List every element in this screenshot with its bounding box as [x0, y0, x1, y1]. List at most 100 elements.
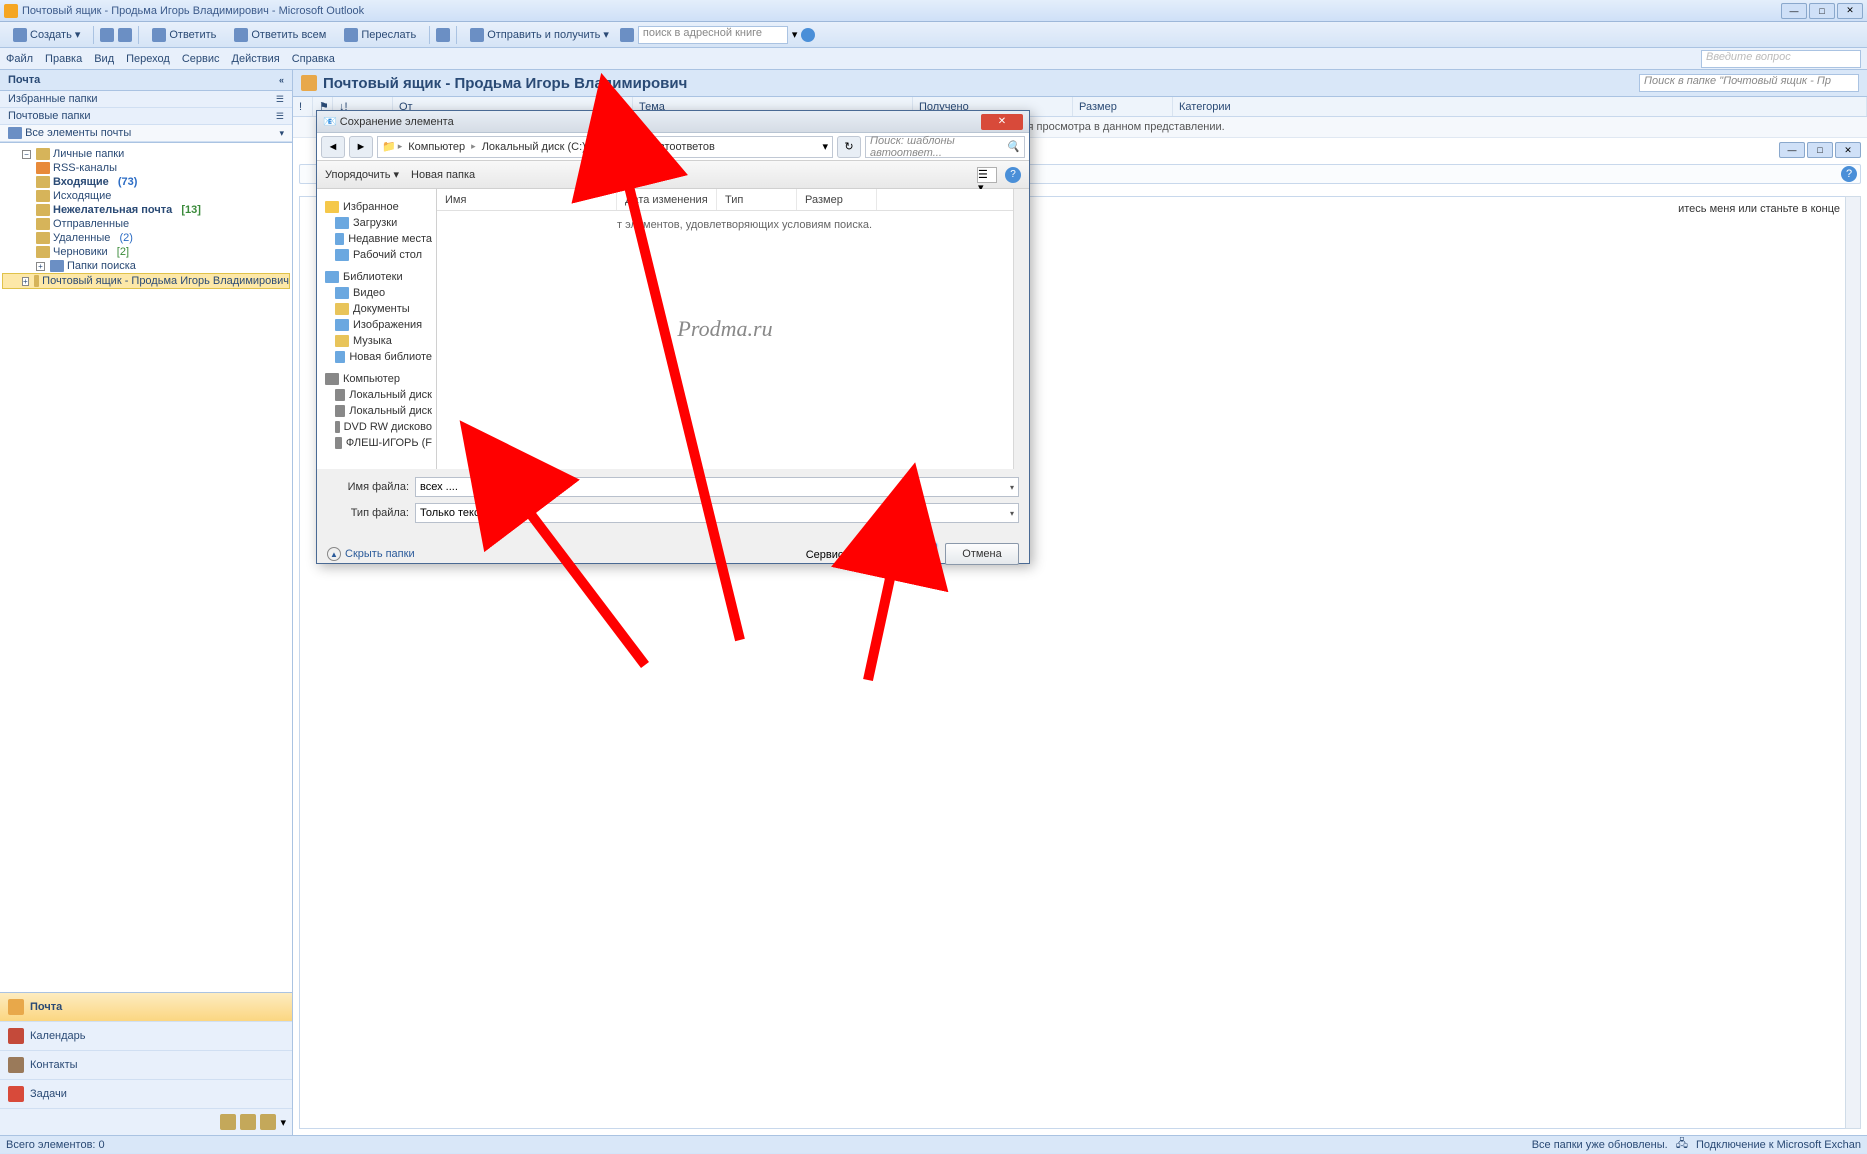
new-folder-button[interactable]: Новая папка: [411, 169, 475, 181]
col-categories[interactable]: Категории: [1173, 97, 1867, 116]
view-button[interactable]: ☰ ▾: [977, 167, 997, 183]
col-type[interactable]: Тип: [717, 189, 797, 210]
filename-input[interactable]: всех ....▾: [415, 477, 1019, 497]
tree-flash[interactable]: ФЛЕШ-ИГОРЬ (F: [317, 435, 436, 451]
tree-mailbox[interactable]: +Почтовый ящик - Продьма Игорь Владимиро…: [2, 273, 290, 289]
categorize-icon[interactable]: [436, 28, 450, 42]
maximize-button[interactable]: □: [1809, 3, 1835, 19]
tree-music[interactable]: Музыка: [317, 333, 436, 349]
nav-mail-folders[interactable]: Почтовые папки☰: [0, 108, 292, 125]
nav-mail-button[interactable]: Почта: [0, 993, 292, 1022]
tree-outbox[interactable]: Исходящие: [2, 189, 290, 203]
help-icon[interactable]: [801, 28, 815, 42]
tree-desktop[interactable]: Рабочий стол: [317, 247, 436, 263]
tree-search-folders[interactable]: +Папки поиска: [2, 259, 290, 273]
nav-forward-button[interactable]: ►: [349, 136, 373, 158]
msg-minimize-button[interactable]: —: [1779, 142, 1805, 158]
address-book-search[interactable]: поиск в адресной книге: [638, 26, 788, 44]
refresh-button[interactable]: ↻: [837, 136, 861, 158]
send-receive-button[interactable]: Отправить и получить▾: [463, 25, 616, 45]
tree-sent[interactable]: Отправленные: [2, 217, 290, 231]
message-scrollbar[interactable]: [1845, 196, 1861, 1129]
organize-button[interactable]: Упорядочить ▾: [325, 168, 399, 181]
dvd-icon: [335, 421, 340, 433]
print-icon[interactable]: [100, 28, 114, 42]
service-menu[interactable]: Сервис ▾: [806, 548, 855, 561]
tree-newlib[interactable]: Новая библиоте: [317, 349, 436, 365]
menu-service[interactable]: Сервис: [182, 53, 220, 65]
reply-button[interactable]: Ответить: [145, 25, 223, 45]
nav-tasks-button[interactable]: Задачи: [0, 1080, 292, 1109]
col-size[interactable]: Размер: [1073, 97, 1173, 116]
nav-mail-header[interactable]: Почта«: [0, 70, 292, 91]
nav-all-items[interactable]: Все элементы почты▾: [0, 125, 292, 142]
hide-folders-link[interactable]: ▲Скрыть папки: [327, 547, 415, 561]
shortcuts-icon[interactable]: [260, 1114, 276, 1130]
dialog-search[interactable]: Поиск: шаблоны автоответ...🔍: [865, 136, 1025, 158]
star-icon: [325, 201, 339, 213]
tree-inbox[interactable]: Входящие (73): [2, 175, 290, 189]
breadcrumb[interactable]: 📁 ▸Компьютер ▸Локальный диск (C:) ▸шабло…: [377, 136, 833, 158]
col-icon[interactable]: !: [293, 97, 313, 116]
question-box[interactable]: Введите вопрос: [1701, 50, 1861, 68]
nav-contacts-button[interactable]: Контакты: [0, 1051, 292, 1080]
file-list[interactable]: Имя Дата изменения Тип Размер т элементо…: [437, 189, 1013, 469]
tree-libraries[interactable]: Библиотеки: [317, 269, 436, 285]
col-size[interactable]: Размер: [797, 189, 877, 210]
menu-help[interactable]: Справка: [292, 53, 335, 65]
close-button[interactable]: ✕: [1837, 3, 1863, 19]
tree-dvd[interactable]: DVD RW дисково: [317, 419, 436, 435]
tree-documents[interactable]: Документы: [317, 301, 436, 317]
libraries-icon: [325, 271, 339, 283]
find-icon[interactable]: [620, 28, 634, 42]
tree-downloads[interactable]: Загрузки: [317, 215, 436, 231]
file-list-scrollbar[interactable]: [1013, 189, 1029, 469]
tree-personal-folders[interactable]: −Личные папки: [2, 147, 290, 161]
notes-icon[interactable]: [220, 1114, 236, 1130]
menu-actions[interactable]: Действия: [232, 53, 280, 65]
menu-edit[interactable]: Правка: [45, 53, 82, 65]
dialog-close-button[interactable]: ✕: [981, 114, 1023, 130]
tree-localc[interactable]: Локальный диск: [317, 387, 436, 403]
forward-button[interactable]: Переслать: [337, 25, 423, 45]
tree-video[interactable]: Видео: [317, 285, 436, 301]
folder-list-icon[interactable]: [240, 1114, 256, 1130]
tree-deleted[interactable]: Удаленные (2): [2, 231, 290, 245]
tree-rss[interactable]: RSS-каналы: [2, 161, 290, 175]
computer-icon: [325, 373, 339, 385]
folder-icon: 📁: [382, 140, 396, 153]
create-button[interactable]: Создать▾: [6, 25, 87, 45]
nav-calendar-button[interactable]: Календарь: [0, 1022, 292, 1051]
minimize-button[interactable]: —: [1781, 3, 1807, 19]
mailbox-header-icon: [301, 75, 317, 91]
nav-configure-icon[interactable]: ▾: [280, 1116, 286, 1129]
file-list-empty: т элементов, удовлетворяющих условиям по…: [437, 211, 1013, 239]
reply-all-button[interactable]: Ответить всем: [227, 25, 333, 45]
col-modified[interactable]: Дата изменения: [617, 189, 717, 210]
tree-drafts[interactable]: Черновики [2]: [2, 245, 290, 259]
status-connection-icon: 🖧: [1676, 1135, 1688, 1154]
folder-search-box[interactable]: Поиск в папке "Почтовый ящик - Пр: [1639, 74, 1859, 92]
menu-file[interactable]: Файл: [6, 53, 33, 65]
save-button[interactable]: Сохранить: [863, 543, 937, 565]
nav-favorites[interactable]: Избранные папки☰: [0, 91, 292, 108]
filetype-select[interactable]: Только текст▾: [415, 503, 1019, 523]
dialog-help-icon[interactable]: ?: [1005, 167, 1021, 183]
tree-computer[interactable]: Компьютер: [317, 371, 436, 387]
tree-favorites[interactable]: Избранное: [317, 199, 436, 215]
delete-icon[interactable]: [118, 28, 132, 42]
col-name[interactable]: Имя: [437, 189, 617, 210]
nav-back-button[interactable]: ◄: [321, 136, 345, 158]
menu-view[interactable]: Вид: [94, 53, 114, 65]
tree-recent[interactable]: Недавние места: [317, 231, 436, 247]
tree-images[interactable]: Изображения: [317, 317, 436, 333]
cancel-button[interactable]: Отмена: [945, 543, 1019, 565]
navigation-pane: Почта« Избранные папки☰ Почтовые папки☰ …: [0, 70, 293, 1135]
menu-go[interactable]: Переход: [126, 53, 170, 65]
tree-junk[interactable]: Нежелательная почта [13]: [2, 203, 290, 217]
mail-icon: [8, 999, 24, 1015]
msg-maximize-button[interactable]: □: [1807, 142, 1833, 158]
msg-close-button[interactable]: ✕: [1835, 142, 1861, 158]
tree-locald[interactable]: Локальный диск: [317, 403, 436, 419]
message-help-icon[interactable]: ?: [1841, 166, 1857, 182]
